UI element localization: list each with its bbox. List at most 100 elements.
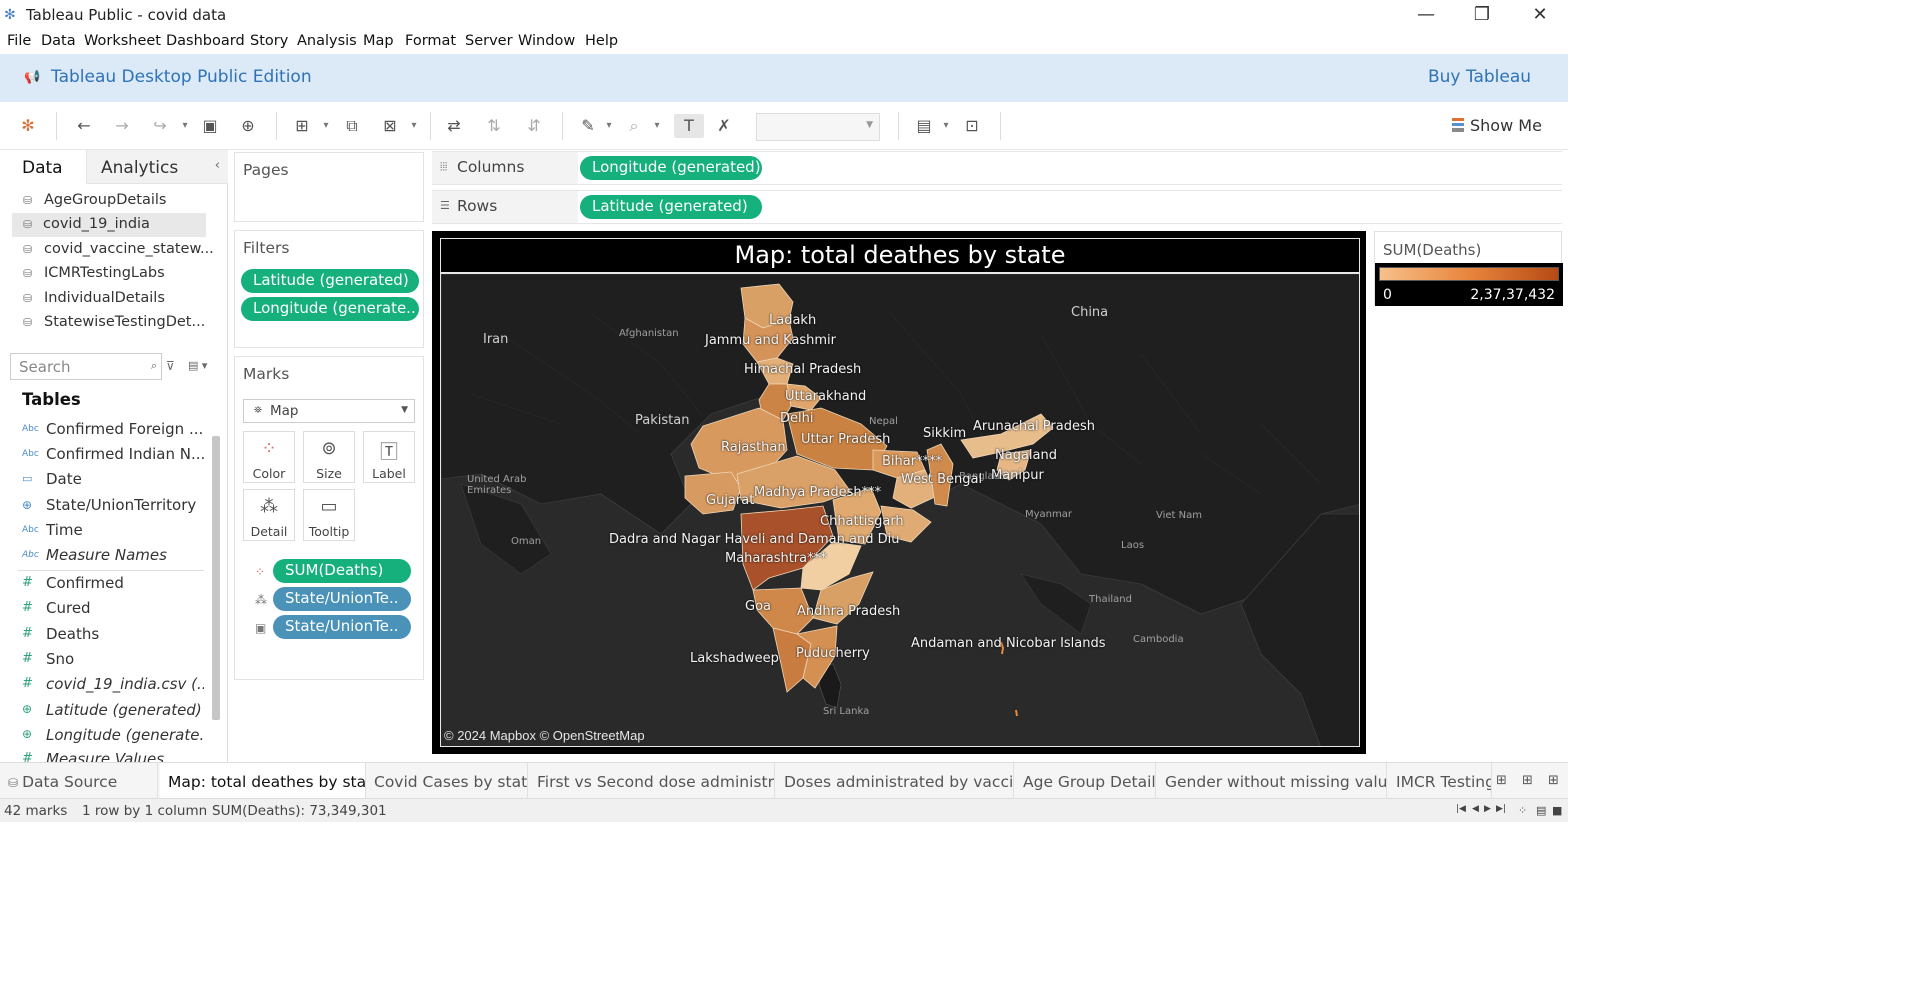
- mark-type-dropdown[interactable]: ⛯ Map ▼: [243, 399, 415, 423]
- show-filmstrip-icon[interactable]: ▤: [1536, 804, 1546, 817]
- filter-icon[interactable]: ⊽: [166, 359, 175, 373]
- menu-dashboard[interactable]: Dashboard: [166, 33, 245, 49]
- highlight-icon[interactable]: ✎: [576, 114, 600, 138]
- field-measure[interactable]: # Cured: [18, 597, 204, 621]
- pages-card[interactable]: Pages: [234, 152, 424, 222]
- collapse-pane-icon[interactable]: ‹: [215, 158, 220, 173]
- field-dimension[interactable]: Abc Confirmed Foreign ...: [18, 418, 204, 442]
- clear-sheet-icon[interactable]: ⊠: [378, 114, 402, 138]
- label-button[interactable]: 🅃 Label: [363, 431, 415, 483]
- tab-gender[interactable]: Gender without missing values: [1157, 763, 1387, 799]
- menu-analysis[interactable]: Analysis: [297, 33, 357, 49]
- rows-pill-latitude[interactable]: Latitude (generated): [580, 195, 762, 219]
- previous-sheet-icon[interactable]: ◀: [1472, 804, 1479, 814]
- menu-server[interactable]: Server: [465, 33, 513, 49]
- columns-shelf[interactable]: ⦙⦙⦙ Columns Longitude (generated): [432, 151, 1562, 185]
- size-button[interactable]: ⊚ Size: [303, 431, 355, 483]
- rows-shelf[interactable]: ☰ Rows Latitude (generated): [432, 190, 1562, 224]
- fix-axes-icon[interactable]: ✗: [712, 114, 736, 138]
- field-measure[interactable]: # Sno: [18, 648, 204, 672]
- map-attribution[interactable]: © 2024 Mapbox © OpenStreetMap: [444, 728, 645, 743]
- new-story-icon[interactable]: ⊞: [1548, 773, 1559, 788]
- buy-tableau-link[interactable]: Buy Tableau: [1428, 67, 1531, 87]
- field-dimension[interactable]: ▭ Date: [18, 468, 204, 492]
- field-measure[interactable]: # Measure Values: [18, 748, 204, 762]
- tab-imcr-testing[interactable]: IMCR Testing: [1388, 763, 1492, 799]
- tab-covid-cases[interactable]: Covid Cases by state: [366, 763, 528, 799]
- menu-format[interactable]: Format: [405, 33, 456, 49]
- sort-descending-icon[interactable]: ⇵: [522, 114, 546, 138]
- field-dimension[interactable]: ⊕ State/UnionTerritory: [18, 494, 204, 518]
- clear-dropdown-icon[interactable]: ▾: [409, 114, 419, 138]
- new-worksheet-icon[interactable]: ⊞: [290, 114, 314, 138]
- fit-dropdown[interactable]: ▼: [756, 113, 880, 141]
- tab-map-total-deaths[interactable]: Map: total deathes by state: [160, 763, 366, 799]
- last-sheet-icon[interactable]: ▶|: [1496, 804, 1506, 814]
- color-button[interactable]: ⁘ Color: [243, 431, 295, 483]
- detail-pill-state[interactable]: State/UnionTe..: [273, 587, 411, 611]
- data-source-item[interactable]: ⛁ ICMRTestingLabs: [20, 262, 214, 286]
- menu-window[interactable]: Window: [518, 33, 575, 49]
- show-mark-labels-icon[interactable]: T: [674, 114, 704, 138]
- show-cards-dropdown-icon[interactable]: ▾: [941, 114, 951, 138]
- next-sheet-icon[interactable]: ▶: [1484, 804, 1491, 814]
- columns-pill-longitude[interactable]: Longitude (generated): [580, 156, 762, 180]
- sort-ascending-icon[interactable]: ⇅: [482, 114, 506, 138]
- show-me-button[interactable]: Show Me: [1452, 116, 1542, 135]
- field-dimension[interactable]: Abc Confirmed Indian N...: [18, 443, 204, 467]
- detail-button[interactable]: ⁂ Detail: [243, 489, 295, 541]
- save-icon[interactable]: ▣: [198, 114, 222, 138]
- label-pill-state[interactable]: State/UnionTe..: [273, 615, 411, 639]
- new-worksheet-icon[interactable]: ⊞: [1496, 773, 1507, 788]
- data-pane-scrollbar[interactable]: [212, 436, 220, 720]
- duplicate-sheet-icon[interactable]: ⧉: [340, 114, 364, 138]
- tooltip-button[interactable]: ▭ Tooltip: [303, 489, 355, 541]
- data-source-item[interactable]: ⛁ AgeGroupDetails: [20, 189, 214, 213]
- presentation-mode-icon[interactable]: ⊡: [960, 114, 984, 138]
- field-measure[interactable]: # Confirmed: [18, 572, 204, 596]
- show-tabs-icon[interactable]: ■: [1552, 804, 1562, 817]
- color-pill-sum-deaths[interactable]: SUM(Deaths): [273, 559, 411, 583]
- close-button[interactable]: ✕: [1518, 2, 1562, 28]
- new-worksheet-dropdown-icon[interactable]: ▾: [321, 114, 331, 138]
- tab-age-group[interactable]: Age Group Details: [1015, 763, 1156, 799]
- search-input[interactable]: Search ⌕: [10, 353, 162, 380]
- menu-data[interactable]: Data: [41, 33, 76, 49]
- field-measure[interactable]: # Deaths: [18, 623, 204, 647]
- tab-analytics[interactable]: Analytics ‹: [86, 150, 228, 184]
- tab-data-source[interactable]: ⛁ Data Source: [0, 763, 158, 799]
- filter-pill-longitude[interactable]: Longitude (generate..: [241, 297, 419, 321]
- menu-map[interactable]: Map: [363, 33, 394, 49]
- highlight-dropdown-icon[interactable]: ▾: [604, 114, 614, 138]
- restore-button[interactable]: ❐: [1460, 2, 1504, 28]
- swap-rows-columns-icon[interactable]: ⇄: [442, 114, 466, 138]
- data-source-item[interactable]: ⛁ covid_vaccine_statew...: [20, 238, 214, 262]
- new-data-source-icon[interactable]: ⊕: [236, 114, 260, 138]
- group-dropdown-icon[interactable]: ▾: [652, 114, 662, 138]
- field-dimension[interactable]: Abc Measure Names: [18, 544, 204, 568]
- data-source-item[interactable]: ⛁ StatewiseTestingDet...: [20, 311, 214, 335]
- tab-first-vs-second-dose[interactable]: First vs Second dose administra...: [529, 763, 775, 799]
- menu-story[interactable]: Story: [250, 33, 288, 49]
- menu-help[interactable]: Help: [585, 33, 618, 49]
- view-options-icon[interactable]: ▤ ▾: [188, 359, 207, 372]
- data-source-item[interactable]: ⛁ IndividualDetails: [20, 287, 214, 311]
- field-measure[interactable]: # covid_19_india.csv (...: [18, 673, 204, 697]
- menu-worksheet[interactable]: Worksheet: [84, 33, 161, 49]
- new-dashboard-icon[interactable]: ⊞: [1522, 773, 1533, 788]
- menu-file[interactable]: File: [7, 33, 31, 49]
- tab-doses-by-vaccine[interactable]: Doses administrated by vaccine: [776, 763, 1014, 799]
- first-sheet-icon[interactable]: |◀: [1456, 804, 1466, 814]
- undo-icon[interactable]: ←: [72, 114, 96, 138]
- minimize-button[interactable]: —: [1404, 2, 1448, 28]
- tab-data[interactable]: Data: [0, 150, 86, 184]
- show-cards-icon[interactable]: ▤: [912, 114, 936, 138]
- group-members-icon[interactable]: ⌕: [622, 114, 646, 138]
- replay-icon[interactable]: ↪: [148, 114, 172, 138]
- map-view[interactable]: Iran Afghanistan Pakistan China Nepal Un…: [440, 273, 1360, 747]
- show-sheet-sorter-icon[interactable]: ⁘: [1518, 804, 1527, 817]
- filters-card[interactable]: Filters Latitude (generated) Longitude (…: [234, 230, 424, 348]
- replay-dropdown-icon[interactable]: ▾: [180, 114, 190, 138]
- color-legend[interactable]: SUM(Deaths) 0 2,37,37,432: [1374, 231, 1563, 306]
- field-dimension[interactable]: Abc Time: [18, 519, 204, 543]
